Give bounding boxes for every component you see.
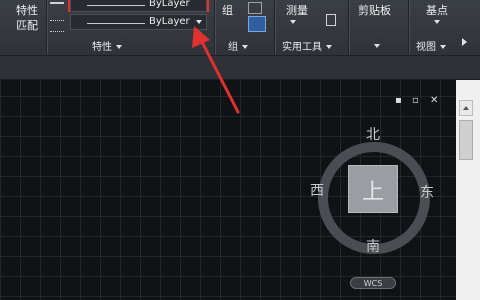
autocad-window: 特性 匹配 ByLayer ByLayer 特性 组 组 测量 实用工具 剪贴板… (0, 0, 480, 300)
annotation-arrow (192, 26, 240, 114)
